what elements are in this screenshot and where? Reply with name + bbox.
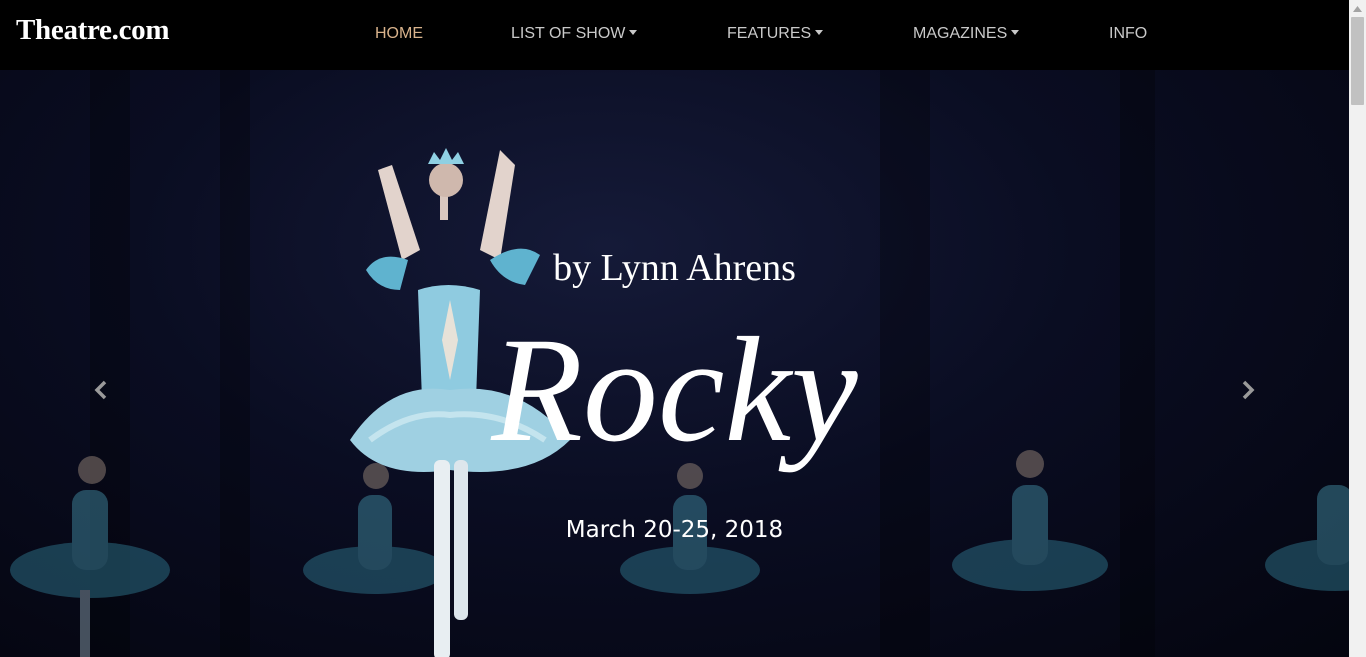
nav-magazines-dropdown[interactable]: MAGAZINES — [913, 25, 1020, 43]
carousel-prev-button[interactable] — [86, 375, 116, 405]
nav-home-label: HOME — [375, 25, 423, 42]
nav-info[interactable]: INFO — [1109, 25, 1147, 43]
show-dates: March 20-25, 2018 — [565, 517, 784, 543]
scroll-up-arrow-icon — [1353, 5, 1362, 12]
nav-features-label: FEATURES — [727, 25, 812, 42]
scroll-up-button[interactable] — [1349, 0, 1366, 17]
scrollbar-thumb[interactable] — [1351, 17, 1364, 105]
show-title: Rocky — [491, 307, 858, 473]
nav-info-label: INFO — [1109, 25, 1148, 42]
navbar: Theatre.com HOME LIST OF SHOW FEATURES M… — [0, 0, 1349, 70]
caret-down-icon — [815, 30, 824, 35]
vertical-scrollbar[interactable] — [1349, 0, 1366, 657]
nav-list-of-show-dropdown[interactable]: LIST OF SHOW — [511, 25, 638, 43]
nav-features-dropdown[interactable]: FEATURES — [727, 25, 824, 43]
chevron-left-icon — [94, 380, 107, 400]
brand-logo[interactable]: Theatre.com — [16, 14, 170, 47]
caret-down-icon — [1011, 30, 1020, 35]
nav-home[interactable]: HOME — [375, 25, 423, 43]
chevron-right-icon — [1242, 380, 1255, 400]
nav-magazines-label: MAGAZINES — [913, 25, 1008, 42]
hero-carousel: by Lynn Ahrens Rocky March 20-25, 2018 — [0, 70, 1349, 657]
nav-list-of-show-label: LIST OF SHOW — [511, 25, 626, 42]
caret-down-icon — [629, 30, 638, 35]
show-author: by Lynn Ahrens — [553, 247, 796, 289]
carousel-next-button[interactable] — [1233, 375, 1263, 405]
